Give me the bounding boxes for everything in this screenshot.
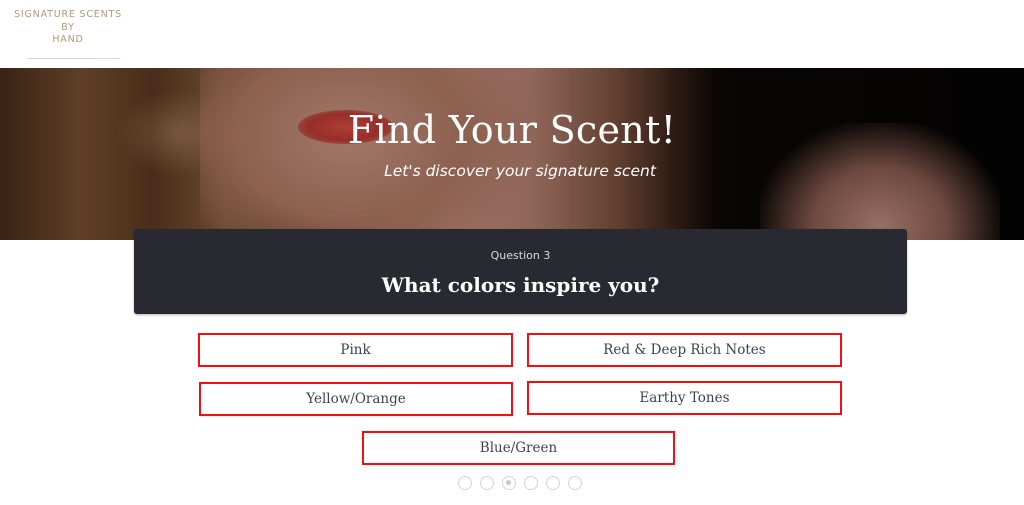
question-number: Question 3 [490,249,551,262]
answer-option-blue-green[interactable]: Blue/Green [362,431,675,465]
pagination-dot-3[interactable] [502,476,516,490]
pagination-dot-4[interactable] [524,476,538,490]
answer-option-yellow-orange[interactable]: Yellow/Orange [199,382,513,416]
pagination-dot-6[interactable] [568,476,582,490]
pagination-dot-1[interactable] [458,476,472,490]
pagination-dot-2[interactable] [480,476,494,490]
answer-option-earthy-tones[interactable]: Earthy Tones [527,381,842,415]
answer-option-pink[interactable]: Pink [198,333,513,367]
hero-overlay [0,68,1024,240]
logo-line-2: BY [61,21,75,33]
brand-logo[interactable]: SIGNATURE SCENTS BY HAND [8,9,128,47]
logo-line-1: SIGNATURE SCENTS [14,9,122,20]
question-pagination [458,476,582,490]
hero-banner [0,68,1024,240]
pagination-dot-5[interactable] [546,476,560,490]
question-card: Question 3 What colors inspire you? [134,229,907,314]
question-text: What colors inspire you? [381,273,660,297]
hero-title: Find Your Scent! [347,108,677,152]
answer-option-red-deep-rich-notes[interactable]: Red & Deep Rich Notes [527,333,842,367]
hero-subtitle: Let's discover your signature scent [384,162,656,180]
logo-line-3: HAND [52,34,84,45]
logo-divider [27,58,120,59]
